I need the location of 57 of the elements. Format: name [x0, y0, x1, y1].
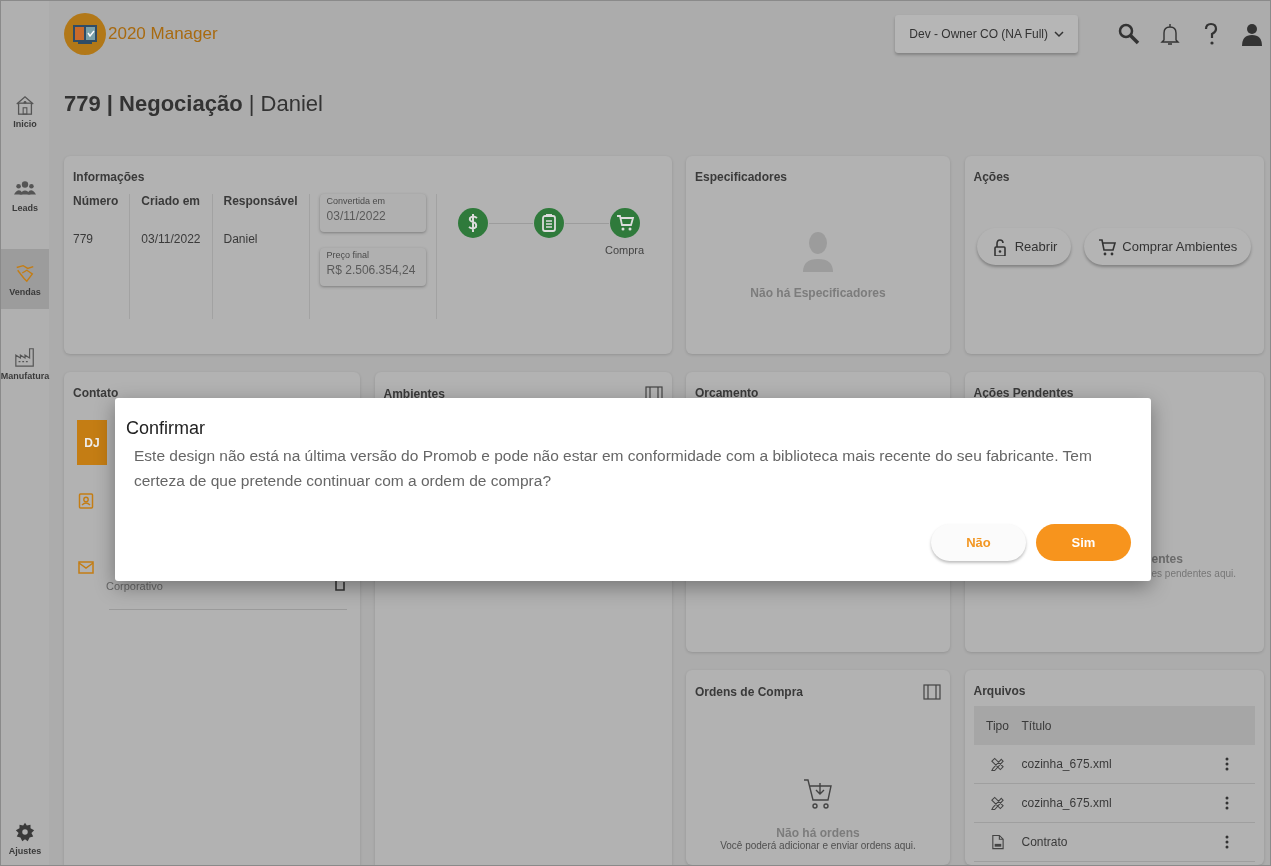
column-value: 03/11/2022 — [141, 232, 201, 246]
column-label: Criado em — [141, 194, 201, 208]
card-title: Orcamento — [695, 386, 759, 400]
column-value: Daniel — [223, 232, 259, 246]
contact-card-icon — [78, 493, 94, 509]
card-title: Ordens de Compra — [695, 685, 804, 699]
readonly-field: Convertida em 03/11/2022 — [319, 194, 426, 232]
mail-icon — [78, 559, 94, 575]
action-button[interactable]: Comprar Ambientes — [1084, 228, 1252, 265]
file-name: cozinha_675.xml — [1021, 796, 1113, 810]
sidebar-item[interactable]: Manufatura — [1, 333, 49, 393]
cart-icon — [1098, 237, 1117, 256]
dialog-message: Este design não está na última versão do Promob e pode não estar em conformidade com a biblioteca mais recente do seu fabricante. Tem certeza de que pretende continuar com a ordem de compra? — [133, 446, 1093, 491]
initials-avatar: DJ — [77, 420, 107, 465]
card-title: Informações — [73, 170, 145, 184]
factory-icon — [14, 345, 36, 368]
house-icon — [14, 93, 36, 116]
card-title: Especificadores — [695, 170, 788, 184]
dialog-title: Confirmar — [126, 418, 206, 439]
card-title: Ações — [973, 170, 1010, 184]
readonly-field: Preço final R$ 2.506.354,24 — [319, 248, 426, 286]
pdf-file-icon — [990, 834, 1005, 850]
file-name: cozinha_675.xml — [1021, 757, 1113, 771]
empty-title: entes — [1151, 552, 1184, 566]
settings-item[interactable]: Ajustes — [1, 813, 49, 863]
account-dropdown[interactable]: Dev - Owner CO (NA Full) — [895, 15, 1078, 53]
column-label: Número — [73, 194, 119, 208]
columns-icon[interactable] — [923, 684, 941, 700]
card-title: Arquivos — [973, 684, 1026, 698]
bell-icon[interactable] — [1158, 22, 1182, 46]
caret-icon — [1054, 29, 1064, 39]
step-label: Compra — [604, 244, 645, 256]
file-name: Contrato — [1021, 835, 1069, 849]
column-header: Título — [1021, 718, 1052, 733]
more-icon[interactable] — [1224, 835, 1229, 849]
sidebar-item[interactable]: Leads — [1, 165, 49, 225]
user-icon[interactable] — [1240, 22, 1264, 46]
empty-message: Você poderá adicionar e enviar ordens aqui. — [720, 840, 916, 851]
action-button[interactable]: Reabrir — [976, 228, 1072, 265]
column-value: 779 — [73, 232, 95, 246]
column-label: Responsável — [223, 194, 298, 208]
email-type: Corporativo — [106, 580, 163, 592]
card-title: Ações Pendentes — [973, 386, 1074, 400]
page-title: 779 | Negociação | Daniel — [64, 91, 324, 117]
sidebar-item[interactable]: Inicio — [1, 81, 49, 141]
ruler-pencil-icon — [990, 756, 1005, 772]
card-title: Ambientes — [383, 387, 445, 401]
cart-download-icon — [803, 778, 833, 812]
search-icon[interactable] — [1117, 22, 1141, 46]
more-icon[interactable] — [1224, 796, 1229, 810]
sidebar-item[interactable]: Vendas — [1, 249, 49, 309]
card-title: Contato — [73, 386, 119, 400]
logo-icon — [64, 13, 106, 55]
app-name: 2020 Manager — [108, 24, 218, 44]
more-icon[interactable] — [1224, 757, 1229, 771]
ruler-pencil-icon — [990, 795, 1005, 811]
column-header: Tipo — [985, 718, 1010, 733]
